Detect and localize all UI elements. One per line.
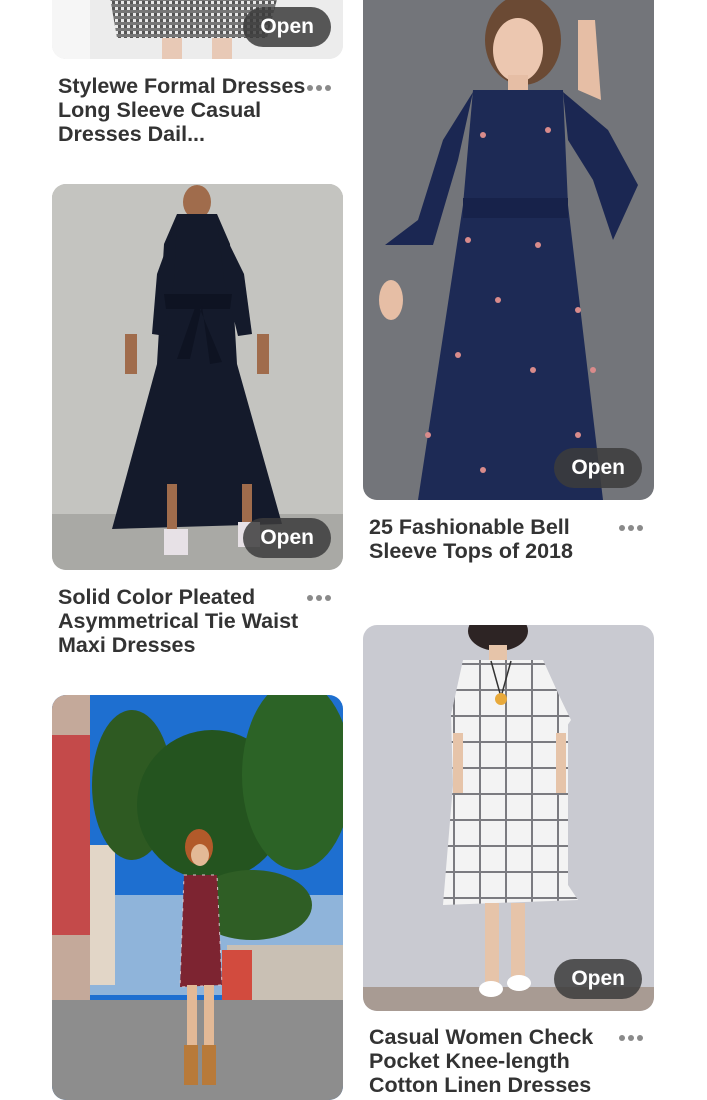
pin-image-gingham-dress[interactable]: Open (52, 0, 343, 59)
open-button[interactable]: Open (554, 959, 642, 999)
pin-title[interactable]: 25 Fashionable Bell Sleeve Tops of 2018 (369, 515, 609, 563)
pin-image-plaid-dress-street[interactable] (52, 695, 343, 1100)
open-button[interactable]: Open (243, 518, 331, 558)
open-button[interactable]: Open (554, 448, 642, 488)
more-horizontal-icon[interactable] (619, 1029, 649, 1043)
pin-title[interactable]: Stylewe Formal Dresses Long Sleeve Casua… (58, 74, 308, 146)
pin-image-navy-maxi-dress[interactable]: Open (52, 184, 343, 570)
pin-image-check-dress[interactable]: Open (363, 625, 654, 1011)
more-horizontal-icon[interactable] (307, 79, 337, 93)
more-horizontal-icon[interactable] (619, 519, 649, 533)
pin-title[interactable]: Casual Women Check Pocket Knee-length Co… (369, 1025, 609, 1097)
open-button[interactable]: Open (243, 7, 331, 47)
pin-image-bell-sleeve-dress[interactable]: Open (363, 0, 654, 500)
pin-title[interactable]: Solid Color Pleated Asymmetrical Tie Wai… (58, 585, 308, 657)
more-horizontal-icon[interactable] (307, 589, 337, 603)
